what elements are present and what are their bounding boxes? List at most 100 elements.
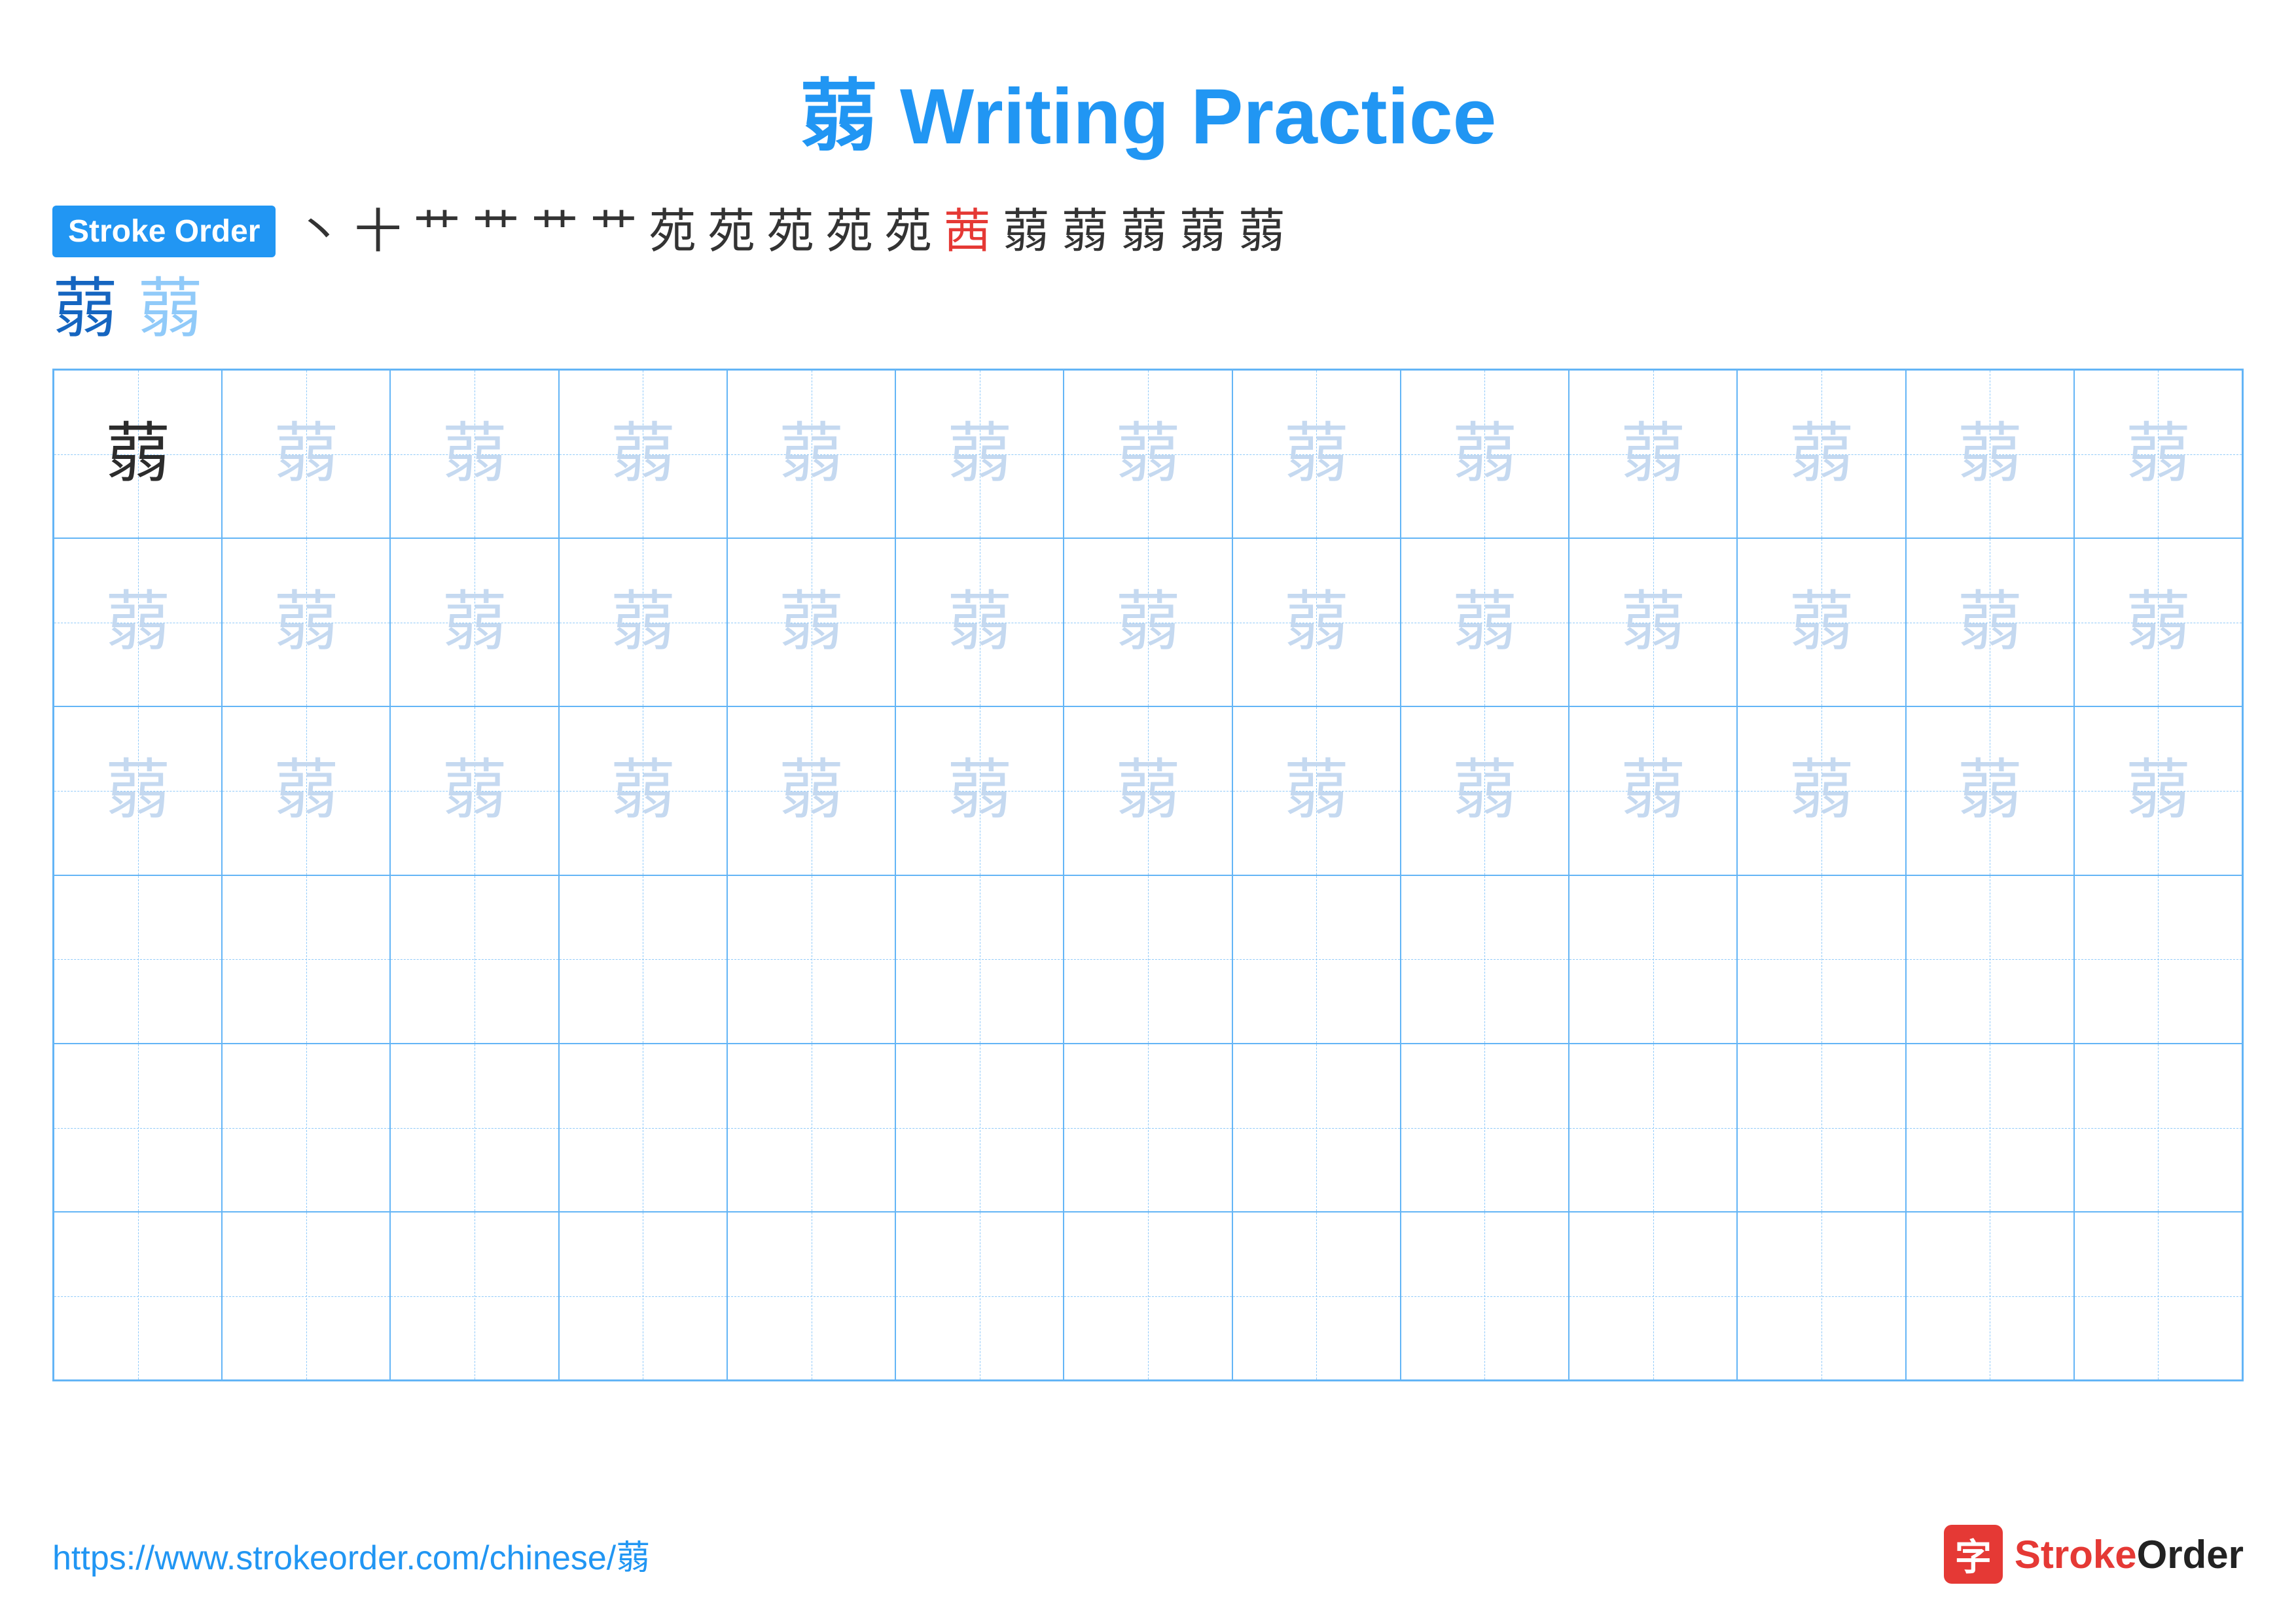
cell-r3-c12[interactable]: 蒻 [1906, 706, 2074, 875]
cell-r1-c1[interactable]: 蒻 [54, 370, 222, 538]
cell-r6-c9[interactable] [1401, 1212, 1569, 1380]
title-text: Writing Practice [878, 73, 1497, 160]
stroke-7: 苑 [649, 208, 696, 255]
cell-r2-c7[interactable]: 蒻 [1064, 538, 1232, 706]
cell-r2-c11[interactable]: 蒻 [1737, 538, 1905, 706]
cell-r5-c13[interactable] [2074, 1044, 2242, 1212]
cell-r4-c3[interactable] [390, 875, 558, 1044]
cell-r3-c2[interactable]: 蒻 [222, 706, 390, 875]
cell-r1-c5[interactable]: 蒻 [727, 370, 895, 538]
cell-r2-c9[interactable]: 蒻 [1401, 538, 1569, 706]
stroke-3: 艹 [413, 208, 460, 255]
footer-logo: 字 StrokeOrder [1944, 1525, 2244, 1584]
stroke-2: 十 [354, 208, 401, 255]
title-character: 蒻 [800, 73, 878, 160]
cell-r1-c4[interactable]: 蒻 [559, 370, 727, 538]
cell-r1-c12[interactable]: 蒻 [1906, 370, 2074, 538]
cell-r3-c11[interactable]: 蒻 [1737, 706, 1905, 875]
cell-r4-c1[interactable] [54, 875, 222, 1044]
cell-r1-c8[interactable]: 蒻 [1232, 370, 1401, 538]
footer-logo-text: StrokeOrder [2015, 1532, 2244, 1577]
cell-r6-c5[interactable] [727, 1212, 895, 1380]
cell-r4-c7[interactable] [1064, 875, 1232, 1044]
cell-r6-c8[interactable] [1232, 1212, 1401, 1380]
stroke-8: 苑 [708, 208, 755, 255]
cell-r3-c7[interactable]: 蒻 [1064, 706, 1232, 875]
cell-r5-c1[interactable] [54, 1044, 222, 1212]
cell-r1-c13[interactable]: 蒻 [2074, 370, 2242, 538]
cell-r4-c6[interactable] [895, 875, 1064, 1044]
cell-r6-c3[interactable] [390, 1212, 558, 1380]
cell-r6-c7[interactable] [1064, 1212, 1232, 1380]
cell-r6-c4[interactable] [559, 1212, 727, 1380]
cell-r1-c6[interactable]: 蒻 [895, 370, 1064, 538]
cell-r5-c8[interactable] [1232, 1044, 1401, 1212]
footer: https://www.strokeorder.com/chinese/蒻 字 … [0, 1525, 2296, 1584]
cell-r2-c2[interactable]: 蒻 [222, 538, 390, 706]
stroke-11: 苑 [885, 208, 932, 255]
cell-r4-c10[interactable] [1569, 875, 1737, 1044]
cell-r4-c2[interactable] [222, 875, 390, 1044]
stroke-12: 茜 [944, 208, 991, 255]
cell-r5-c12[interactable] [1906, 1044, 2074, 1212]
cell-r3-c8[interactable]: 蒻 [1232, 706, 1401, 875]
stroke-16: 蒻 [1179, 208, 1227, 255]
cell-r2-c4[interactable]: 蒻 [559, 538, 727, 706]
cell-r6-c6[interactable] [895, 1212, 1064, 1380]
cell-r2-c3[interactable]: 蒻 [390, 538, 558, 706]
stroke-6: 艹 [590, 208, 637, 255]
cell-r5-c2[interactable] [222, 1044, 390, 1212]
cell-r4-c11[interactable] [1737, 875, 1905, 1044]
cell-r6-c10[interactable] [1569, 1212, 1737, 1380]
cell-r3-c13[interactable]: 蒻 [2074, 706, 2242, 875]
cell-r1-c3[interactable]: 蒻 [390, 370, 558, 538]
cell-r2-c8[interactable]: 蒻 [1232, 538, 1401, 706]
cell-r5-c10[interactable] [1569, 1044, 1737, 1212]
cell-r2-c13[interactable]: 蒻 [2074, 538, 2242, 706]
cell-r4-c13[interactable] [2074, 875, 2242, 1044]
cell-r4-c4[interactable] [559, 875, 727, 1044]
cell-r5-c6[interactable] [895, 1044, 1064, 1212]
cell-r2-c12[interactable]: 蒻 [1906, 538, 2074, 706]
cell-r2-c1[interactable]: 蒻 [54, 538, 222, 706]
cell-r5-c4[interactable] [559, 1044, 727, 1212]
cell-r2-c10[interactable]: 蒻 [1569, 538, 1737, 706]
final-char-2: 蒻 [137, 277, 203, 342]
cell-r6-c2[interactable] [222, 1212, 390, 1380]
practice-grid-container: 蒻 蒻 蒻 蒻 蒻 蒻 蒻 蒻 蒻 蒻 蒻 蒻 蒻 蒻 蒻 蒻 蒻 蒻 蒻 蒻 … [0, 362, 2296, 1408]
cell-r5-c9[interactable] [1401, 1044, 1569, 1212]
stroke-order-badge: Stroke Order [52, 206, 276, 257]
stroke-13: 蒻 [1003, 208, 1050, 255]
cell-r1-c11[interactable]: 蒻 [1737, 370, 1905, 538]
cell-r3-c1[interactable]: 蒻 [54, 706, 222, 875]
cell-r5-c7[interactable] [1064, 1044, 1232, 1212]
cell-r2-c6[interactable]: 蒻 [895, 538, 1064, 706]
stroke-17: 蒻 [1238, 208, 1285, 255]
cell-r6-c1[interactable] [54, 1212, 222, 1380]
cell-r4-c9[interactable] [1401, 875, 1569, 1044]
cell-r6-c13[interactable] [2074, 1212, 2242, 1380]
cell-r4-c8[interactable] [1232, 875, 1401, 1044]
footer-logo-icon: 字 [1944, 1525, 2003, 1584]
cell-r2-c5[interactable]: 蒻 [727, 538, 895, 706]
stroke-chars: 丶 十 艹 艹 艹 艹 苑 苑 苑 苑 苑 茜 蒻 蒻 蒻 蒻 蒻 [295, 208, 1285, 255]
cell-r6-c12[interactable] [1906, 1212, 2074, 1380]
cell-r1-c2[interactable]: 蒻 [222, 370, 390, 538]
cell-r4-c12[interactable] [1906, 875, 2074, 1044]
cell-r3-c6[interactable]: 蒻 [895, 706, 1064, 875]
cell-r3-c9[interactable]: 蒻 [1401, 706, 1569, 875]
cell-r4-c5[interactable] [727, 875, 895, 1044]
cell-r1-c7[interactable]: 蒻 [1064, 370, 1232, 538]
stroke-10: 苑 [826, 208, 873, 255]
cell-r3-c4[interactable]: 蒻 [559, 706, 727, 875]
footer-url[interactable]: https://www.strokeorder.com/chinese/蒻 [52, 1530, 650, 1579]
cell-r1-c9[interactable]: 蒻 [1401, 370, 1569, 538]
cell-r3-c5[interactable]: 蒻 [727, 706, 895, 875]
cell-r5-c11[interactable] [1737, 1044, 1905, 1212]
cell-r6-c11[interactable] [1737, 1212, 1905, 1380]
cell-r1-c10[interactable]: 蒻 [1569, 370, 1737, 538]
cell-r3-c10[interactable]: 蒻 [1569, 706, 1737, 875]
cell-r5-c3[interactable] [390, 1044, 558, 1212]
cell-r5-c5[interactable] [727, 1044, 895, 1212]
cell-r3-c3[interactable]: 蒻 [390, 706, 558, 875]
